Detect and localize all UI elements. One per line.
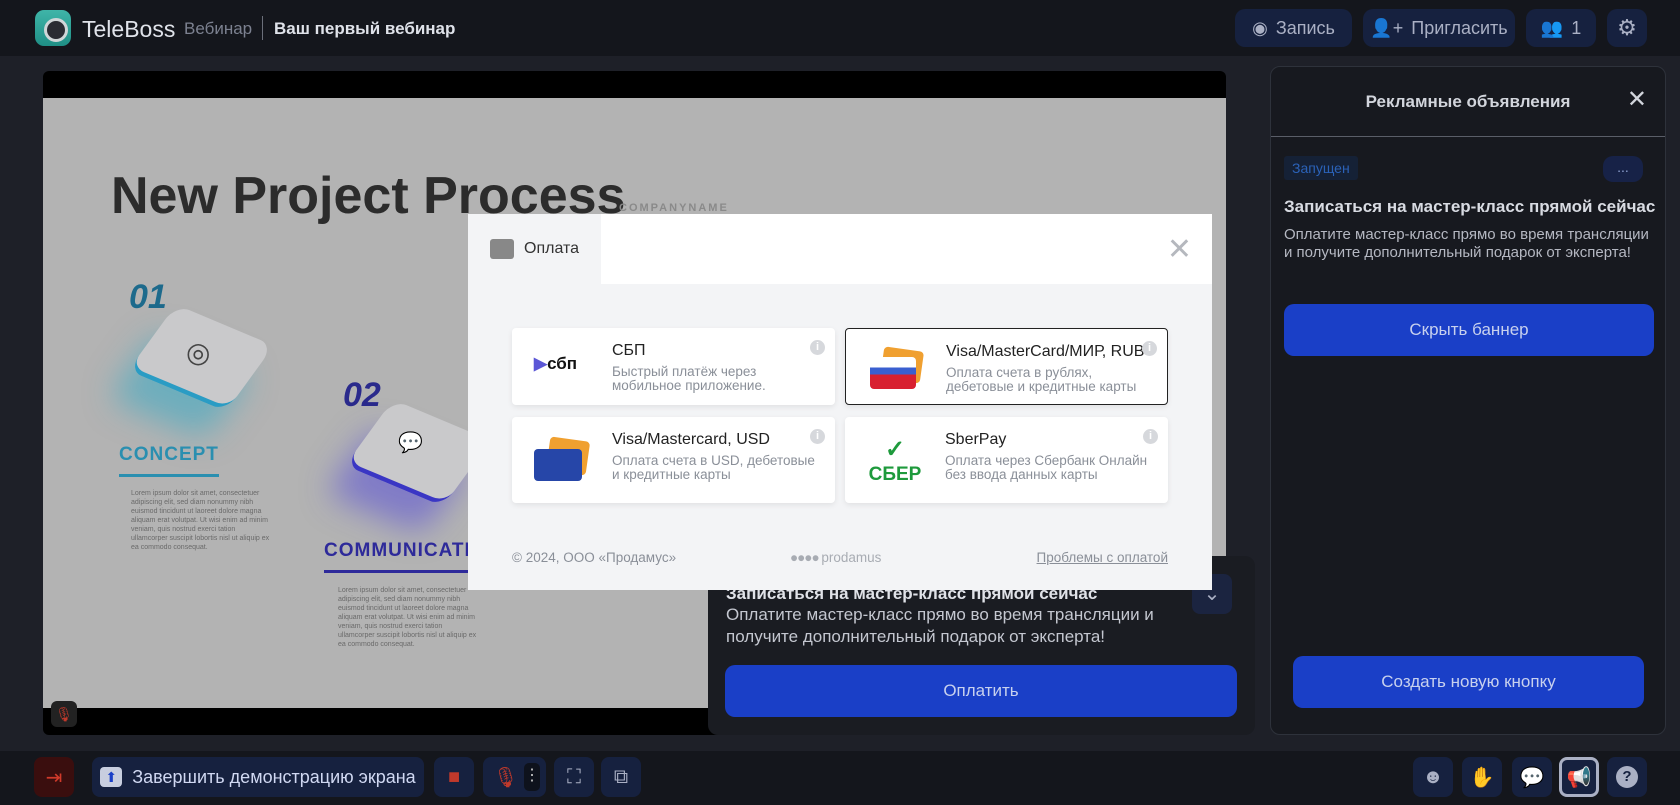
info-icon[interactable]: i [810,340,825,355]
russian-card-icon [870,346,925,389]
payment-method-usd-card[interactable]: Visa/Mastercard, USD Оплата счета в USD,… [512,417,835,503]
method-description: Оплата счета в USD, дебетовые и кредитны… [612,453,815,482]
copyright: © 2024, ООО «Продамус» [512,550,677,565]
wallet-icon [490,239,514,259]
prodamus-logo: ●●●● prodamus [790,550,882,565]
record-label: Запись [1275,17,1335,38]
close-modal-button[interactable]: ✕ [1167,232,1192,267]
invite-label: Пригласить [1411,17,1508,38]
add-user-icon: 👤+ [1370,17,1404,38]
step-description: Lorem ipsum dolor sit amet, consectetuer… [338,587,477,648]
brand-name: TeleBoss [82,16,176,42]
bottom-toolbar: ⇥ ⬆ Завершить демонстрацию экрана ■ 🎙 ⋮ ⛶ … [0,751,1680,805]
target-icon: ◎ [186,337,211,368]
method-description: Оплата через Сбербанк Онлайн без ввода д… [945,453,1148,482]
step-number: 02 [343,376,381,414]
chat-icon: 💬 [398,432,423,454]
method-description: Оплата счета в рублях, дебетовые и креди… [946,365,1137,394]
section-label: Вебинар [184,19,253,38]
exit-icon: ⇥ [45,766,63,789]
leave-button[interactable]: ⇥ [34,757,74,797]
stop-share-button[interactable]: ⬆ Завершить демонстрацию экрана [92,757,424,797]
top-bar: TeleBoss Вебинар Ваш первый вебинар ◉ Зап… [0,0,1680,56]
slide-company: COMPANYNAME [619,202,729,214]
sber-logo: ✓ СБЕР [868,436,922,485]
gear-icon: ⚙ [1617,15,1637,40]
webinar-title: Ваш первый вебинар [274,19,456,38]
pay-button[interactable]: Оплатить [725,665,1237,717]
hide-banner-button[interactable]: Скрыть баннер [1284,304,1654,356]
invite-button[interactable]: 👤+ Пригласить [1363,9,1515,47]
participants-count: 1 [1571,17,1582,38]
payment-method-sbp[interactable]: ▶сбп СБП Быстрый платёж через мобильное … [512,328,835,405]
step-label: CONCEPT [119,444,219,477]
hand-icon: ✋ [1469,766,1495,789]
create-button[interactable]: Создать новую кнопку [1293,656,1644,708]
payment-method-rub-card[interactable]: Visa/MasterCard/МИР, RUB Оплата счета в … [845,328,1168,405]
camera-off-icon: ■ [447,765,461,788]
help-button[interactable]: ? [1607,757,1647,797]
reactions-button[interactable]: ☻ [1413,757,1453,797]
muted-mic-icon: 🎙 [51,701,77,727]
settings-button[interactable]: ⚙ [1607,9,1647,47]
fullscreen-button[interactable]: ⛶ [554,757,594,797]
tab-label: Оплата [524,240,580,257]
tab-payment[interactable]: Оплата [468,214,601,284]
step-label: COMMUNICATI [324,540,471,573]
ads-button[interactable]: 📢 [1559,757,1599,797]
ads-panel: Рекламные объявления ✕ Запущен ... Запис… [1270,66,1666,735]
picture-in-picture-icon: ⧉ [613,765,629,788]
step-description: Lorem ipsum dolor sit amet, consectetuer… [131,490,270,551]
payment-modal: Оплата ✕ ▶сбп СБП Быстрый платёж через м… [468,214,1212,590]
ad-title: Записаться на мастер-класс прямой сейчас [1284,197,1656,216]
info-icon[interactable]: i [1143,429,1158,444]
camera-toggle[interactable]: ■ [434,757,474,797]
method-description: Быстрый платёж через мобильное приложени… [612,364,766,393]
megaphone-icon: 📢 [1566,766,1592,789]
sbp-logo: ▶сбп [534,354,578,373]
close-icon: ✕ [1626,86,1647,113]
method-title: SberPay [945,431,1007,448]
record-icon: ◉ [1252,17,1268,38]
emoji-icon: ☻ [1422,765,1444,788]
upload-screen-icon: ⬆ [100,767,123,787]
chat-icon: 💬 [1519,766,1545,789]
method-title: Visa/MasterCard/МИР, RUB [946,343,1145,360]
record-button[interactable]: ◉ Запись [1235,9,1352,47]
payment-method-sberpay[interactable]: ✓ СБЕР SberPay Оплата через Сбербанк Онла… [845,417,1168,503]
method-title: СБП [612,342,646,359]
mic-options-icon[interactable]: ⋮ [524,763,540,791]
step-number: 01 [129,278,167,316]
fullscreen-icon: ⛶ [567,765,581,788]
divider [262,16,263,40]
status-badge: Запущен [1284,156,1358,180]
pip-button[interactable]: ⧉ [601,757,641,797]
chat-button[interactable]: 💬 [1512,757,1552,797]
mic-off-icon: 🎙 [493,766,519,789]
info-icon[interactable]: i [1142,341,1157,356]
stop-share-label: Завершить демонстрацию экрана [132,766,416,787]
modal-header: Оплата ✕ [468,214,1212,284]
ad-text: Оплатите мастер-класс прямо во время тра… [1284,226,1649,261]
participants-button[interactable]: 👥 1 [1526,9,1596,47]
teleboss-logo [35,10,71,46]
info-icon[interactable]: i [810,429,825,444]
payment-problems-link[interactable]: Проблемы с оплатой [1037,550,1168,565]
banner-text: Оплатите мастер-класс прямо во время тра… [726,605,1154,646]
close-icon: ✕ [1166,233,1192,266]
help-icon: ? [1616,766,1638,788]
users-icon: 👥 [1540,17,1564,38]
mic-toggle[interactable]: 🎙 ⋮ [483,757,546,797]
panel-title: Рекламные объявления [1271,67,1665,137]
more-button[interactable]: ... [1603,156,1643,182]
blue-card-icon [534,436,591,481]
raise-hand-button[interactable]: ✋ [1462,757,1502,797]
method-title: Visa/Mastercard, USD [612,431,770,448]
close-panel-button[interactable]: ✕ [1627,85,1647,114]
